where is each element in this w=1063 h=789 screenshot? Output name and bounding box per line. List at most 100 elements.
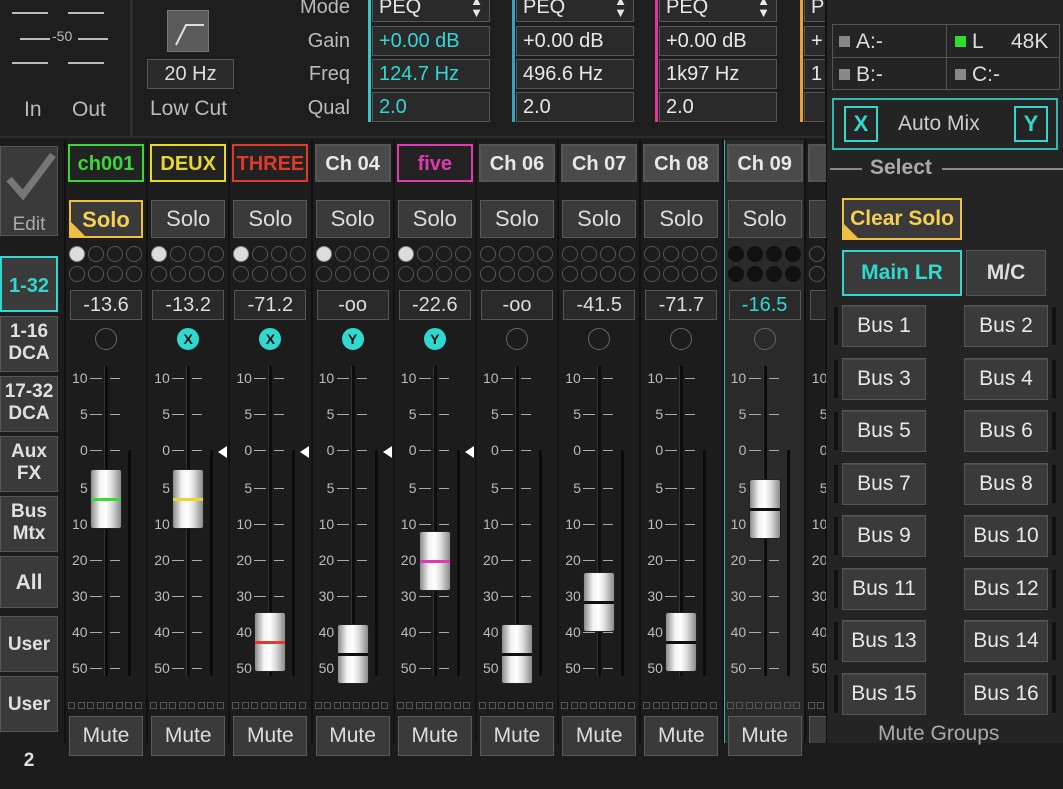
mute-button[interactable]: Mute <box>69 716 143 756</box>
peq-freq-field[interactable]: 124.7 Hz <box>372 59 490 89</box>
solo-button[interactable]: Solo <box>151 200 226 238</box>
automix-assign-button[interactable]: X <box>177 328 200 350</box>
fader-knob[interactable] <box>254 611 287 672</box>
fader-track[interactable]: 10 5 0 5 10 20 30 40 50 <box>725 366 805 676</box>
solo-button[interactable]: Solo <box>69 200 143 238</box>
gain-value[interactable] <box>809 290 826 320</box>
bus-button[interactable]: Bus 12 <box>964 567 1048 610</box>
bus-button[interactable]: Bus 16 <box>964 672 1048 715</box>
fader-knob[interactable] <box>583 571 616 632</box>
nav-item[interactable]: 1-32 <box>0 256 58 312</box>
automix-assign-button[interactable]: Y <box>423 328 446 350</box>
solo-button[interactable] <box>808 200 826 238</box>
low-cut-freq[interactable]: 20 Hz <box>147 59 234 89</box>
channel-name[interactable]: Ch <box>807 144 826 182</box>
mc-button[interactable]: M/C <box>966 250 1046 296</box>
channel-name[interactable]: Ch 06 <box>479 144 555 182</box>
mute-button[interactable]: Mute <box>151 716 226 756</box>
channel-name[interactable]: DEUX <box>150 144 227 182</box>
peq-mode-select[interactable]: PEQ ▲ ▼ <box>516 0 634 22</box>
peq-mode-select[interactable]: P <box>804 0 825 22</box>
clear-solo-button[interactable]: Clear Solo <box>842 198 962 240</box>
fader-knob[interactable] <box>501 624 533 685</box>
automix-assign-button[interactable]: Y <box>341 328 364 350</box>
fader-knob[interactable] <box>336 624 369 685</box>
channel-name[interactable]: five <box>396 144 473 182</box>
fader-knob[interactable] <box>172 469 205 530</box>
nav-item[interactable]: User 1 <box>0 616 58 711</box>
bus-button[interactable]: Bus 2 <box>964 305 1048 347</box>
peq-freq-field[interactable]: 1k97 Hz <box>659 59 777 89</box>
fader-knob[interactable] <box>748 478 781 539</box>
peq-gain-field[interactable]: +0.00 dB <box>372 26 490 56</box>
gain-value[interactable]: -41.5 <box>563 290 636 320</box>
solo-button[interactable]: Solo <box>233 200 308 238</box>
nav-item[interactable]: 17-32 DCA <box>0 376 58 432</box>
automix-y-button[interactable]: Y <box>1014 106 1048 142</box>
fader-track[interactable]: 10 5 0 5 10 20 30 40 50 <box>230 366 310 676</box>
bus-button[interactable]: Bus 1 <box>842 305 926 347</box>
automix-x-button[interactable]: X <box>844 106 878 142</box>
bus-button[interactable]: Bus 6 <box>964 410 1048 452</box>
gain-value[interactable]: -oo <box>316 290 389 320</box>
gain-value[interactable]: -71.2 <box>234 290 307 320</box>
peq-gain-field[interactable]: +0.00 dB <box>516 26 634 56</box>
nav-item[interactable]: All <box>0 556 58 608</box>
automix-assign-button[interactable] <box>506 328 528 350</box>
peq-freq-field[interactable]: 496.6 Hz <box>516 59 634 89</box>
fader-knob[interactable] <box>418 531 451 592</box>
mute-button[interactable]: Mute <box>397 716 472 756</box>
peq-mode-select[interactable]: PEQ ▲ ▼ <box>372 0 490 22</box>
solo-button[interactable]: Solo <box>727 200 802 238</box>
gain-value[interactable]: -16.5 <box>728 290 801 320</box>
nav-item[interactable]: 1-16 DCA <box>0 316 58 372</box>
fader-track[interactable]: 10 5 0 5 10 20 30 40 50 <box>66 366 146 676</box>
solo-button[interactable]: Solo <box>644 200 719 238</box>
gain-value[interactable]: -71.7 <box>645 290 718 320</box>
peq-qual-field[interactable]: 2.0 <box>516 92 634 122</box>
bus-button[interactable]: Bus 9 <box>842 515 926 557</box>
peq-freq-field[interactable]: 1 <box>804 59 825 89</box>
automix-assign-button[interactable] <box>95 328 117 350</box>
channel-name[interactable]: THREE <box>232 144 309 182</box>
bus-button[interactable]: Bus 8 <box>964 462 1048 505</box>
peq-qual-field[interactable]: 2.0 <box>372 92 490 122</box>
edit-button[interactable]: Edit <box>0 146 58 236</box>
nav-item[interactable]: Aux FX <box>0 436 58 492</box>
peq-qual-field[interactable] <box>804 92 825 122</box>
peq-qual-field[interactable]: 2.0 <box>659 92 777 122</box>
peq-gain-field[interactable]: +0.00 dB <box>659 26 777 56</box>
bus-button[interactable]: Bus 13 <box>842 620 926 662</box>
gain-value[interactable]: -13.6 <box>70 290 142 320</box>
solo-button[interactable]: Solo <box>397 200 472 238</box>
low-cut-filter-icon[interactable] <box>167 10 209 52</box>
bus-button[interactable]: Bus 14 <box>964 620 1048 662</box>
fader-knob[interactable] <box>90 469 122 530</box>
bus-button[interactable]: Bus 4 <box>964 357 1048 400</box>
bus-button[interactable]: Bus 7 <box>842 462 926 505</box>
bus-button[interactable]: Bus 11 <box>842 567 926 610</box>
channel-name[interactable]: Ch 04 <box>314 144 391 182</box>
fader-track[interactable]: 10 5 0 5 10 20 30 40 50 <box>806 366 826 676</box>
automix-assign-button[interactable]: X <box>259 328 282 350</box>
bus-button[interactable]: Bus 10 <box>964 515 1048 557</box>
main-lr-button[interactable]: Main LR <box>842 250 962 296</box>
fader-track[interactable]: 10 5 0 5 10 20 30 40 50 <box>395 366 475 676</box>
mute-button[interactable]: Mute <box>644 716 719 756</box>
fader-track[interactable]: 10 5 0 5 10 20 30 40 50 <box>148 366 228 676</box>
mute-button[interactable] <box>808 716 826 743</box>
channel-name[interactable]: ch001 <box>68 144 144 182</box>
fader-knob[interactable] <box>665 611 698 672</box>
peq-gain-field[interactable]: + <box>804 26 825 56</box>
solo-button[interactable]: Solo <box>562 200 637 238</box>
nav-item[interactable]: Bus Mtx <box>0 496 58 552</box>
fader-track[interactable]: 10 5 0 5 10 20 30 40 50 <box>641 366 721 676</box>
automix-assign-button[interactable] <box>588 328 611 350</box>
bus-button[interactable]: Bus 3 <box>842 357 926 400</box>
automix-assign-button[interactable] <box>670 328 693 350</box>
fader-track[interactable]: 10 5 0 5 10 20 30 40 50 <box>313 366 393 685</box>
channel-name[interactable]: Ch 07 <box>561 144 638 182</box>
mute-button[interactable]: Mute <box>480 716 554 756</box>
bus-button[interactable]: Bus 5 <box>842 410 926 452</box>
fader-track[interactable]: 10 5 0 5 10 20 30 40 50 <box>477 366 557 685</box>
